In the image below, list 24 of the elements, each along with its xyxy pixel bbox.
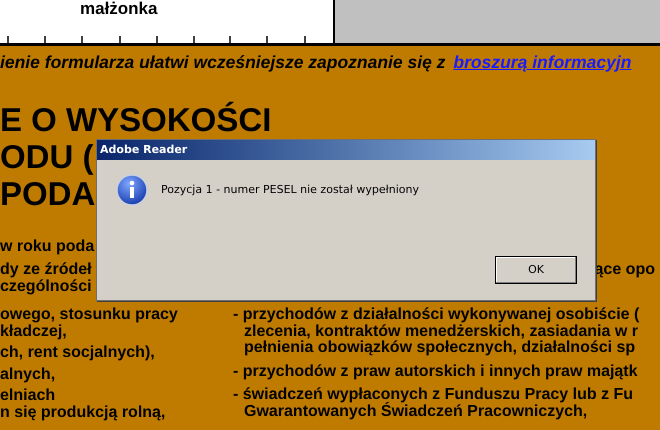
section-heading: ODU ( <box>0 138 94 176</box>
form-text: Gwarantowanych Świadczeń Pracowniczych, <box>243 404 588 420</box>
form-text: czególności <box>0 278 92 296</box>
section-heading: E O WYSOKOŚCI <box>0 101 272 138</box>
dialog-message: Pozycja 1 - numer PESEL nie został wypełniony <box>161 182 419 198</box>
form-text: dy ze źródeł <box>0 261 92 278</box>
form-text: kładczej, <box>0 324 68 340</box>
form-text: owego, stosunku pracy <box>0 307 179 324</box>
info-icon <box>116 174 148 206</box>
form-text: alnych, <box>0 366 56 384</box>
form-text: pełnienia obowiązków społecznych, działalności sp <box>243 340 636 357</box>
form-text: - przychodów z działalności wykonywanej osobiście ( <box>233 307 640 324</box>
section-heading: PODA <box>0 175 96 212</box>
notice-text: ienie formularza ułatwi wcześniejsze zapoznanie się z <box>0 51 446 74</box>
form-text: elniach <box>0 388 56 405</box>
form-text: zlecenia, kontraktów menedżerskich, zasiadania w r <box>243 324 639 340</box>
form-text: n się produkcją rolną, <box>0 404 166 422</box>
window-title: Adobe Reader <box>100 142 188 158</box>
form-text: - przychodów z praw autorskich i innych praw majątk <box>233 364 639 380</box>
field-label: małżonka <box>80 0 158 18</box>
ok-button[interactable]: OK <box>495 256 577 284</box>
form-text: w roku poda <box>0 237 96 258</box>
form-text: - świadczeń wypłaconych z Funduszu Pracy lub z Fu <box>233 387 634 404</box>
form-text: ch, rent socjalnych), <box>0 345 156 362</box>
